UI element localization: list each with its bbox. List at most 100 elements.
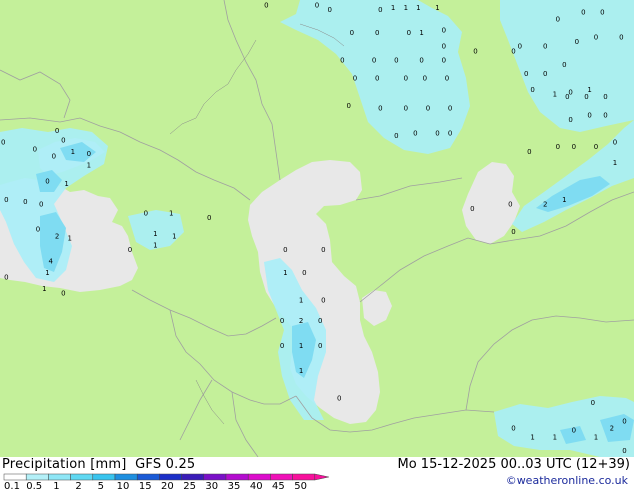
precip-value: 0 — [394, 56, 398, 64]
precip-value: 1 — [562, 196, 566, 204]
precip-value: 1 — [153, 230, 157, 238]
legend-swatch — [247, 473, 271, 481]
legend-label: 2 — [75, 481, 81, 490]
legend-swatch — [25, 473, 49, 481]
legend-label: 40 — [250, 481, 263, 490]
valid-time: Mo 15-12-2025 00..03 UTC (12+39) — [397, 457, 631, 472]
precip-value: 0 — [423, 75, 427, 83]
precip-legend: 0.1 0.5 1 2 5 10 15 20 25 30 35 40 45 50 — [3, 473, 329, 490]
precip-value: 1 — [594, 433, 598, 441]
precip-value: 0 — [404, 104, 408, 112]
precip-value: 0 — [591, 399, 595, 407]
precip-value: 1 — [391, 4, 395, 12]
precip-value: 0 — [543, 70, 547, 78]
precip-value: 1 — [299, 367, 303, 375]
precip-value: 0 — [4, 196, 8, 204]
precip-value: 1 — [299, 342, 303, 350]
legend-swatch — [114, 473, 138, 481]
precip-value: 0 — [622, 417, 626, 425]
precip-value: 0 — [419, 56, 423, 64]
precip-value: 1 — [613, 159, 617, 167]
precip-value: 0 — [572, 143, 576, 151]
precip-value: 0 — [327, 6, 331, 14]
precip-value: 0 — [55, 127, 59, 135]
legend-label: 0.5 — [26, 481, 42, 490]
legend-swatch — [225, 473, 249, 481]
precip-value: 1 — [172, 232, 176, 240]
precip-value: 0 — [318, 342, 322, 350]
precip-value: 0 — [587, 111, 591, 119]
precip-value: 0 — [556, 15, 560, 23]
precip-value: 0 — [603, 93, 607, 101]
precip-value: 0 — [280, 342, 284, 350]
precip-value: 0 — [4, 274, 8, 282]
precip-value: 0 — [207, 214, 211, 222]
precip-value: 1 — [435, 4, 439, 12]
precip-value: 0 — [562, 61, 566, 69]
precip-value: 0 — [511, 424, 515, 432]
legend-label: 20 — [161, 481, 174, 490]
precip-value: 0 — [572, 427, 576, 435]
legend-label: 35 — [228, 481, 241, 490]
precip-value: 0 — [302, 269, 306, 277]
precip-value: 1 — [64, 180, 68, 188]
legend-swatch — [292, 473, 316, 481]
precip-value: 0 — [23, 198, 27, 206]
precip-value: 0 — [594, 34, 598, 42]
precip-value: 0 — [378, 6, 382, 14]
product-label: Precipitation [mm] — [2, 457, 127, 472]
legend-label: 25 — [183, 481, 196, 490]
precip-value: 0 — [426, 104, 430, 112]
precip-value: 1 — [87, 162, 91, 170]
precip-value: 0 — [600, 8, 604, 16]
precip-value: 2 — [610, 424, 614, 432]
legend-swatch — [92, 473, 116, 481]
precip-value: 0 — [565, 93, 569, 101]
precip-value: 0 — [613, 139, 617, 147]
precip-value: 0 — [603, 111, 607, 119]
precip-value: 1 — [299, 296, 303, 304]
credit-link[interactable]: ©weatheronline.co.uk — [506, 474, 628, 487]
precip-value: 0 — [315, 2, 319, 10]
precip-value: 4 — [48, 258, 53, 266]
precip-value: 0 — [619, 34, 623, 42]
legend-label: 10 — [117, 481, 130, 490]
precip-value: 0 — [318, 317, 322, 325]
precip-value: 0 — [340, 56, 344, 64]
legend-label: 30 — [205, 481, 218, 490]
precip-value: 0 — [442, 43, 446, 51]
precip-value: 1 — [419, 29, 423, 37]
precip-value: 0 — [473, 47, 477, 55]
legend-label: 5 — [98, 481, 104, 490]
precip-value: 1 — [283, 269, 287, 277]
precip-value: 0 — [448, 130, 452, 138]
precip-value: 0 — [568, 116, 572, 124]
precip-value: 0 — [594, 143, 598, 151]
precip-value: 1 — [169, 210, 173, 218]
legend-labels: 0.1 0.5 1 2 5 10 15 20 25 30 35 40 45 50 — [4, 481, 307, 490]
precip-value: 0 — [445, 75, 449, 83]
precip-value: 0 — [375, 29, 379, 37]
precip-value: 0 — [448, 104, 452, 112]
precip-value: 0 — [442, 27, 446, 35]
precip-value: 1 — [404, 4, 408, 12]
precip-value: 0 — [407, 29, 411, 37]
precip-value: 0 — [321, 246, 325, 254]
precip-value: 0 — [584, 93, 588, 101]
precip-value: 0 — [524, 70, 528, 78]
precip-value: 1 — [71, 148, 75, 156]
legend-swatch — [270, 473, 293, 481]
map-title: Precipitation [mm] GFS 0.25 — [2, 457, 195, 472]
legend-label: 1 — [53, 481, 59, 490]
precip-value: 0 — [264, 2, 268, 10]
precipitation-map[interactable]: 0 0 0 0 1 1 1 1 1 0 0 0 0 0 0 0 0 0 0 0 0 0 0 0 0 0 0 0 0 0 0 0 0 0 0 0 0 0 1 0… — [0, 0, 634, 457]
precip-value: 1 — [553, 433, 557, 441]
precip-value: 0 — [39, 200, 43, 208]
precip-value: 0 — [556, 143, 560, 151]
precip-value: 0 — [321, 296, 325, 304]
precip-value: 1 — [45, 269, 49, 277]
precip-value: 0 — [350, 29, 354, 37]
precip-value: 0 — [394, 132, 398, 140]
precip-value: 0 — [375, 75, 379, 83]
precip-value: 2 — [299, 317, 303, 325]
